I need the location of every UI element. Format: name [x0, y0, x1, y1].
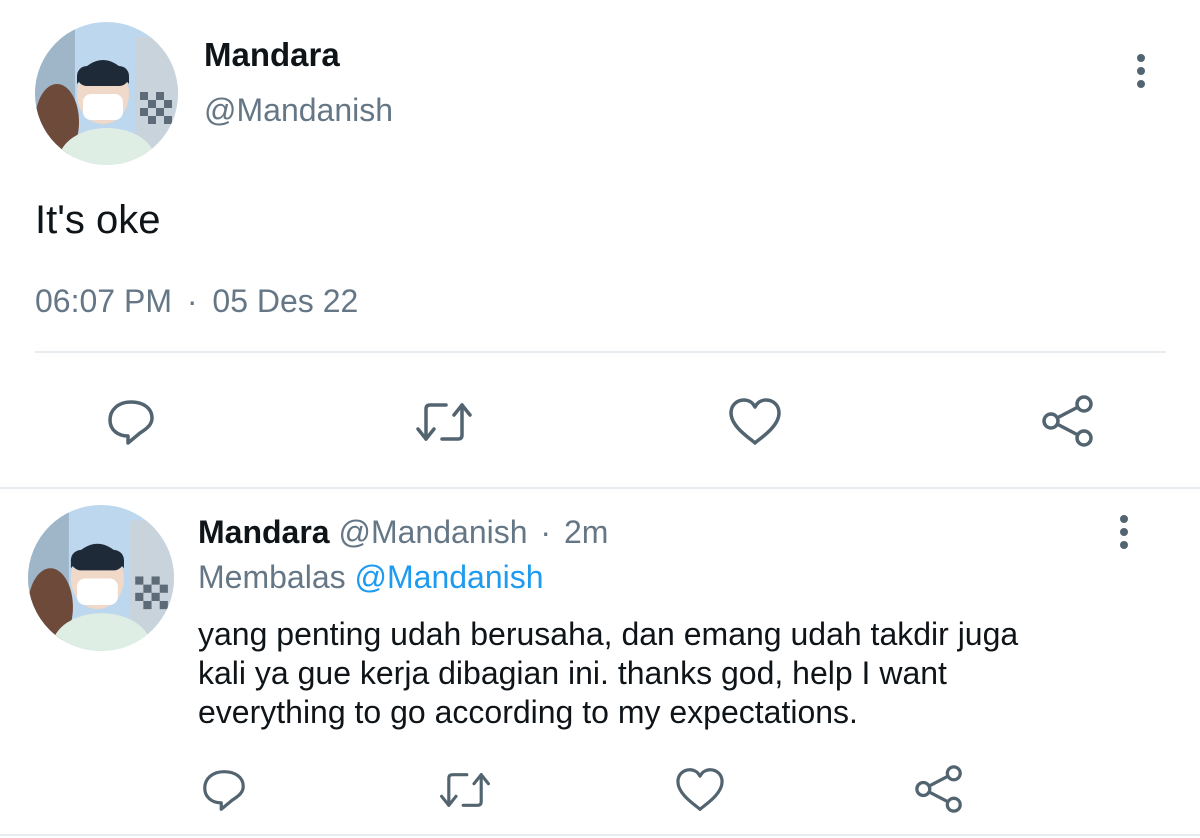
reply-text-line: kali ya gue kerja dibagian ini. thanks g… [198, 655, 947, 691]
reply-share-button[interactable] [913, 764, 965, 814]
share-icon [915, 765, 962, 813]
section-divider [0, 487, 1200, 489]
like-icon [729, 398, 781, 445]
main-tweet-timestamp: 06:07 PM · 05 Des 22 [35, 283, 358, 320]
main-tweet-handle[interactable]: @Mandanish [204, 92, 393, 129]
avatar-photo [28, 505, 174, 651]
reply-tweet-age: 2m [563, 514, 609, 550]
main-tweet-divider [35, 351, 1166, 353]
main-tweet-display-name[interactable]: Mandara [204, 36, 340, 74]
bottom-divider [0, 834, 1200, 836]
main-reply-button[interactable] [104, 396, 158, 448]
reply-tweet-separator: · [540, 514, 552, 550]
reply-tweet-header: Mandara @Mandanish · 2m [198, 514, 608, 551]
replying-to-label: Membalas [198, 559, 346, 595]
main-tweet-avatar[interactable] [35, 22, 178, 165]
main-tweet-text: It's oke [35, 198, 161, 242]
reply-text-line: yang penting udah berusaha, dan emang ud… [198, 616, 1019, 652]
retweet-icon [440, 773, 490, 807]
main-tweet-separator: · [186, 283, 198, 319]
main-like-button[interactable] [726, 396, 784, 448]
reply-tweet-text: yang penting udah berusaha, dan emang ud… [198, 615, 1018, 732]
reply-tweet-handle[interactable]: @Mandanish [338, 514, 527, 550]
avatar-photo [35, 22, 178, 165]
reply-tweet-display-name[interactable]: Mandara [198, 514, 330, 550]
reply-like-button[interactable] [673, 766, 727, 814]
reply-text-line: everything to go according to my expecta… [198, 694, 858, 730]
main-tweet-time: 06:07 PM [35, 283, 172, 319]
reply-reply-button[interactable] [199, 766, 249, 814]
retweet-icon [416, 403, 472, 441]
replying-to-handle-link[interactable]: @Mandanish [355, 559, 544, 595]
reply-icon [108, 400, 154, 445]
main-tweet-date: 05 Des 22 [212, 283, 359, 319]
reply-tweet-avatar[interactable] [28, 505, 174, 651]
reply-retweet-button[interactable] [437, 768, 493, 812]
main-share-button[interactable] [1040, 394, 1096, 448]
share-icon [1042, 395, 1093, 447]
reply-tweet-more-icon[interactable] [1119, 515, 1129, 549]
main-tweet-more-icon[interactable] [1136, 54, 1146, 88]
main-retweet-button[interactable] [413, 398, 475, 446]
reply-context: Membalas @Mandanish [198, 559, 544, 596]
like-icon [676, 768, 724, 811]
reply-icon [203, 770, 245, 811]
